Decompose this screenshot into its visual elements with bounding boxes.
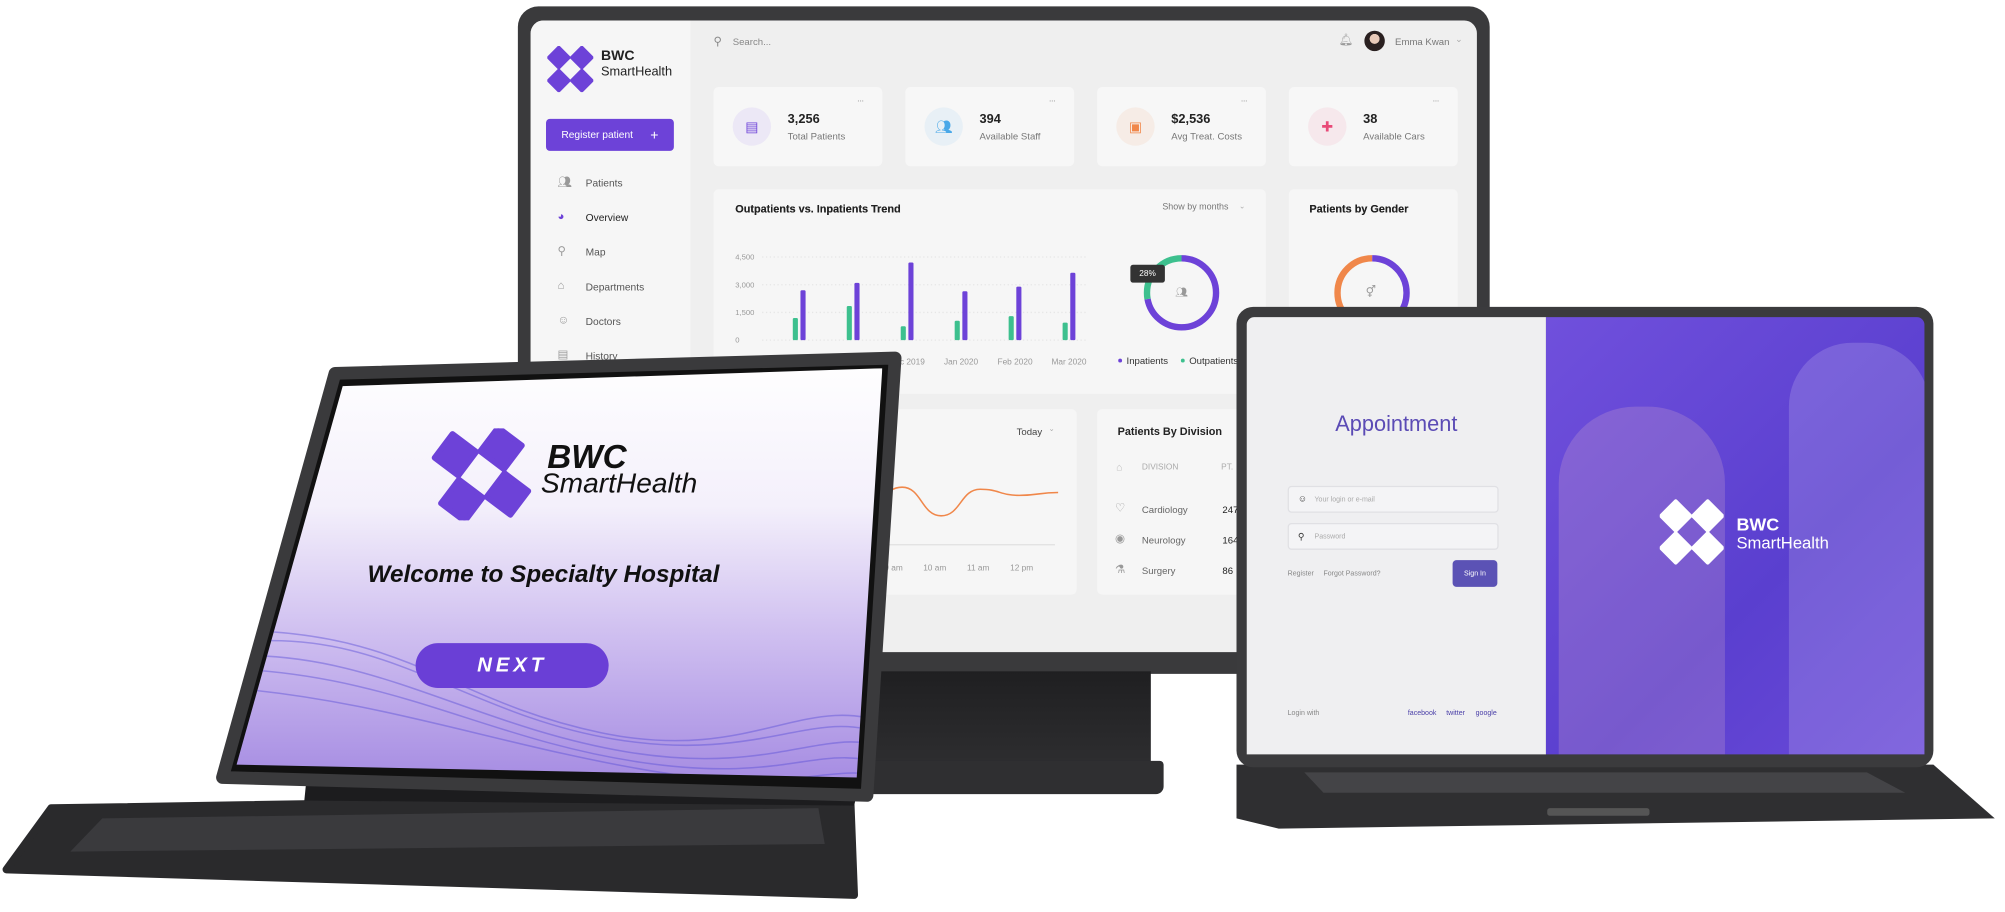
tablet-brand-subname: SmartHealth (540, 466, 698, 499)
welcome-heading: Welcome to Specialty Hospital (367, 561, 720, 589)
tablet-brand-logo (431, 428, 532, 521)
device-mockup: BWC SmartHealth Register patient + 👥︎ Pa… (0, 0, 2005, 912)
tablet-body (2, 351, 902, 899)
next-button[interactable]: NEXT (415, 643, 609, 688)
